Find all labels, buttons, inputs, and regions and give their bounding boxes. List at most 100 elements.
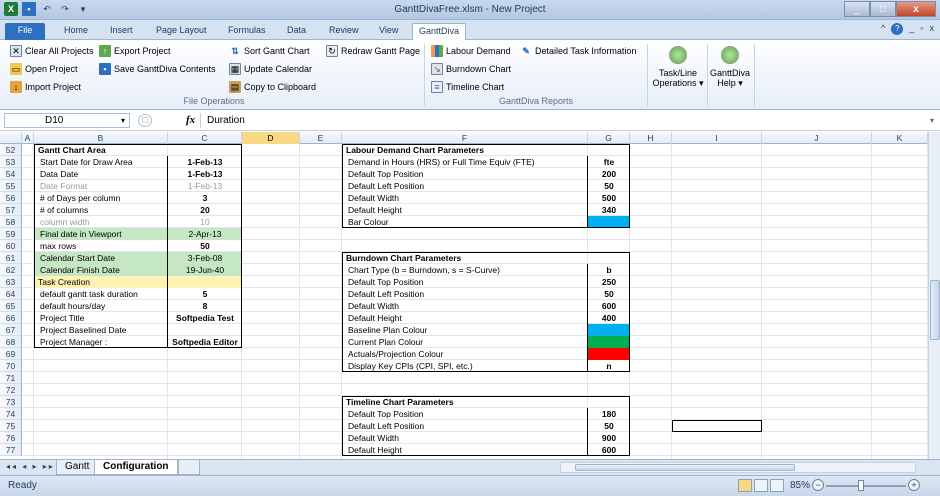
gantt-param-value[interactable]: 10 [168, 216, 242, 228]
column-header-d[interactable]: D [242, 132, 300, 144]
gantt-chart-area-header[interactable]: Gantt Chart Area [34, 144, 242, 156]
labour-demand-value[interactable] [588, 216, 630, 228]
labour-demand-value[interactable]: 500 [588, 192, 630, 204]
row-header[interactable]: 58 [0, 216, 22, 228]
open-project-button[interactable]: ▭ Open Project [10, 62, 78, 76]
gantt-param-value[interactable]: 50 [168, 240, 242, 252]
zoom-level[interactable]: 85% [790, 480, 810, 491]
gantt-param-label[interactable]: # of Days per column [34, 192, 168, 204]
column-header-g[interactable]: G [588, 132, 630, 144]
row-header[interactable]: 72 [0, 384, 22, 396]
labour-demand-value[interactable]: 50 [588, 180, 630, 192]
timeline-value[interactable]: 600 [588, 444, 630, 456]
task-line-operations-button[interactable]: Task/Line Operations ▾ [651, 46, 705, 88]
workbook-minimize-icon[interactable]: _ [909, 23, 914, 35]
burndown-label[interactable]: Display Key CPIs (CPI, SPI, etc.) [342, 360, 588, 372]
burndown-value[interactable]: 250 [588, 276, 630, 288]
tab-formulas[interactable]: Formulas [226, 23, 268, 40]
clear-all-projects-button[interactable]: ✕ Clear All Projects [10, 44, 94, 58]
row-header[interactable]: 60 [0, 240, 22, 252]
row-header[interactable]: 54 [0, 168, 22, 180]
burndown-label[interactable]: Default Width [342, 300, 588, 312]
timeline-label[interactable]: Default Width [342, 432, 588, 444]
row-header[interactable]: 52 [0, 144, 22, 156]
tab-insert[interactable]: Insert [108, 23, 135, 40]
labour-demand-label[interactable]: Default Left Position [342, 180, 588, 192]
burndown-value[interactable]: b [588, 264, 630, 276]
labour-demand-value[interactable]: 340 [588, 204, 630, 216]
burndown-chart-button[interactable]: ↘ Burndown Chart [431, 62, 511, 76]
tab-ganttdiva[interactable]: GanttDiva [412, 23, 467, 40]
select-all-corner[interactable] [0, 132, 22, 144]
burndown-value[interactable]: 50 [588, 288, 630, 300]
gantt-param-value[interactable]: 1-Feb-13 [168, 168, 242, 180]
cancel-entry-icon[interactable]: ☐ [138, 114, 152, 127]
redraw-gantt-page-button[interactable]: ↻ Redraw Gantt Page [326, 44, 420, 58]
column-header-a[interactable]: A [22, 132, 34, 144]
column-header-k[interactable]: K [872, 132, 928, 144]
gantt-param-label[interactable]: Calendar Start Date [34, 252, 168, 264]
gantt-param-value[interactable]: 20 [168, 204, 242, 216]
zoom-out-button[interactable]: − [812, 479, 824, 491]
labour-demand-header[interactable]: Labour Demand Chart Parameters [342, 144, 630, 156]
formula-input[interactable]: Duration [200, 113, 926, 128]
save-ganttdiva-contents-button[interactable]: ▪ Save GanttDiva Contents [99, 62, 216, 76]
row-header[interactable]: 53 [0, 156, 22, 168]
row-header[interactable]: 74 [0, 408, 22, 420]
tab-view[interactable]: View [377, 23, 400, 40]
burndown-value[interactable] [588, 348, 630, 360]
column-header-e[interactable]: E [300, 132, 342, 144]
burndown-label[interactable]: Chart Type (b = Burndown, s = S-Curve) [342, 264, 588, 276]
row-header[interactable]: 68 [0, 336, 22, 348]
timeline-chart-button[interactable]: ≡ Timeline Chart [431, 80, 504, 94]
sheet-tab-configuration[interactable]: Configuration [94, 460, 178, 475]
row-header[interactable]: 69 [0, 348, 22, 360]
row-header[interactable]: 71 [0, 372, 22, 384]
column-header-j[interactable]: J [762, 132, 872, 144]
horizontal-scrollbar[interactable] [560, 462, 916, 473]
horizontal-scroll-thumb[interactable] [575, 464, 795, 471]
task-creation-header[interactable]: Task Creation [34, 276, 242, 288]
burndown-value[interactable]: n [588, 360, 630, 372]
help-icon[interactable]: ? [891, 23, 904, 35]
column-header-f[interactable]: F [342, 132, 588, 144]
labour-demand-label[interactable]: Default Height [342, 204, 588, 216]
burndown-label[interactable]: Actuals/Projection Colour [342, 348, 588, 360]
maximize-button[interactable]: □ [870, 1, 896, 17]
tab-review[interactable]: Review [327, 23, 361, 40]
row-header[interactable]: 64 [0, 288, 22, 300]
normal-view-button[interactable] [738, 479, 752, 492]
gantt-param-label[interactable]: Date Format [34, 180, 168, 192]
zoom-slider[interactable] [826, 485, 906, 487]
burndown-value[interactable] [588, 336, 630, 348]
row-header[interactable]: 73 [0, 396, 22, 408]
burndown-label[interactable]: Current Plan Colour [342, 336, 588, 348]
labour-demand-label[interactable]: Default Top Position [342, 168, 588, 180]
burndown-value[interactable]: 400 [588, 312, 630, 324]
row-header[interactable]: 67 [0, 324, 22, 336]
import-project-button[interactable]: ↓ Import Project [10, 80, 81, 94]
timeline-header[interactable]: Timeline Chart Parameters [342, 396, 630, 408]
row-header[interactable]: 62 [0, 264, 22, 276]
task-param-label[interactable]: Project Baselined Date [34, 324, 168, 336]
burndown-label[interactable]: Default Height [342, 312, 588, 324]
gantt-param-value[interactable]: 3 [168, 192, 242, 204]
row-header[interactable]: 59 [0, 228, 22, 240]
gantt-param-value[interactable]: 2-Apr-13 [168, 228, 242, 240]
row-header[interactable]: 70 [0, 360, 22, 372]
burndown-value[interactable] [588, 324, 630, 336]
workbook-restore-icon[interactable]: ▫ [920, 23, 923, 35]
gantt-param-label[interactable]: Final date in Viewport [34, 228, 168, 240]
column-header-c[interactable]: C [168, 132, 242, 144]
burndown-value[interactable]: 600 [588, 300, 630, 312]
burndown-label[interactable]: Default Left Position [342, 288, 588, 300]
gantt-param-label[interactable]: Calendar Finish Date [34, 264, 168, 276]
detailed-task-information-button[interactable]: ✎ Detailed Task Information [520, 44, 636, 58]
gantt-param-label[interactable]: column width [34, 216, 168, 228]
row-header[interactable]: 75 [0, 420, 22, 432]
page-break-view-button[interactable] [770, 479, 784, 492]
tab-data[interactable]: Data [285, 23, 308, 40]
gantt-param-label[interactable]: max rows [34, 240, 168, 252]
insert-function-icon[interactable]: fx [186, 114, 195, 126]
gantt-param-value[interactable]: 3-Feb-08 [168, 252, 242, 264]
